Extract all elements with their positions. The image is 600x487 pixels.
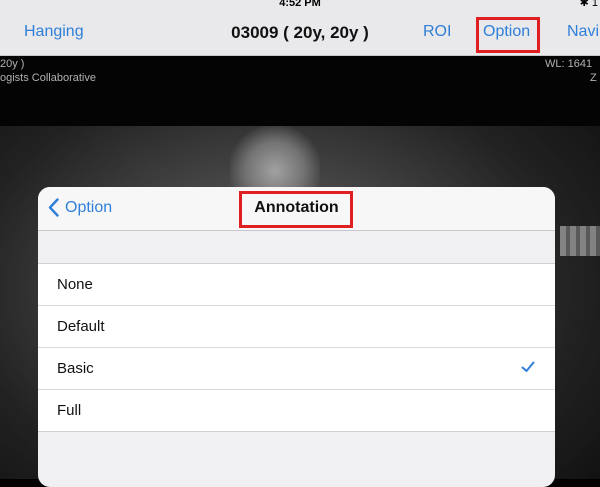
annotation-popover: Option Annotation None Default Basic Ful… bbox=[38, 187, 555, 487]
status-indicators: ✱ 1 bbox=[579, 0, 598, 9]
checkmark-icon bbox=[521, 361, 535, 372]
option-highlight-box bbox=[476, 17, 540, 53]
option-row-default[interactable]: Default bbox=[38, 306, 555, 348]
status-bar: 4:52 PM ✱ 1 bbox=[0, 0, 600, 14]
option-label: None bbox=[57, 276, 93, 293]
option-row-basic[interactable]: Basic bbox=[38, 348, 555, 390]
option-label: Default bbox=[57, 318, 105, 335]
option-row-none[interactable]: None bbox=[38, 264, 555, 306]
annotation-options-list: None Default Basic Full bbox=[38, 263, 555, 432]
option-row-full[interactable]: Full bbox=[38, 390, 555, 431]
annotation-title-highlight-box bbox=[239, 191, 353, 228]
navi-button[interactable]: Navi bbox=[567, 23, 599, 41]
status-time: 4:52 PM bbox=[279, 0, 321, 9]
roi-button[interactable]: ROI bbox=[423, 23, 451, 41]
option-label: Basic bbox=[57, 360, 94, 377]
option-label: Full bbox=[57, 402, 82, 419]
